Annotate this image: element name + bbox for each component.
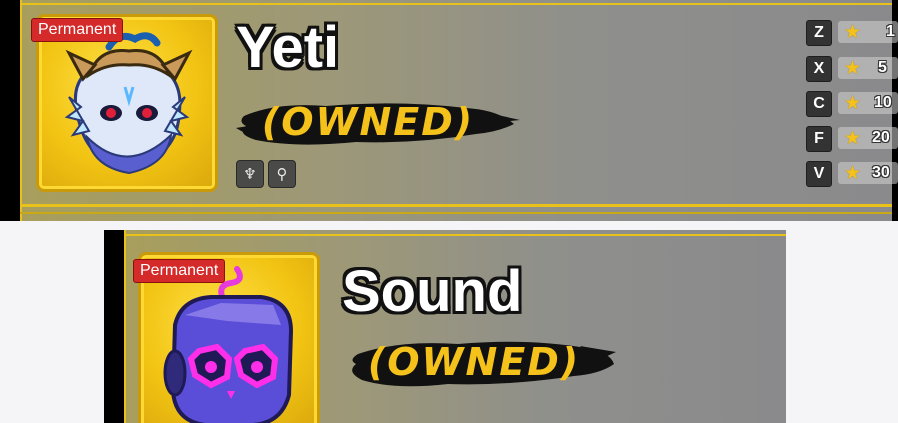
move-key: V <box>806 161 832 187</box>
card-border-left <box>20 0 22 221</box>
mastery-value: 1 <box>886 23 895 40</box>
move-key: X <box>806 56 832 82</box>
move-row-z[interactable]: Z ★ 1 <box>806 20 898 48</box>
move-key: F <box>806 126 832 152</box>
fruit-card-yeti[interactable]: Permanent Yeti (OWNED) ♆ ⚲ Z ★ 1 X ★ 5 C… <box>0 0 898 221</box>
star-icon: ★ <box>844 21 862 43</box>
scythe-icon[interactable]: ⚲ <box>268 160 296 188</box>
move-key: C <box>806 91 832 117</box>
yeti-fruit-icon-frame[interactable]: Permanent <box>31 14 218 192</box>
move-row-f[interactable]: F ★ 20 <box>806 126 898 154</box>
fruit-card-sound[interactable]: Permanent Sound (OWNED) <box>104 230 786 423</box>
permanent-badge: Permanent <box>133 259 226 283</box>
mastery-value: 10 <box>874 94 892 111</box>
move-key: Z <box>806 20 832 46</box>
owned-status-banner: (OWNED) <box>348 334 616 396</box>
owned-status-banner: (OWNED) <box>236 94 520 154</box>
star-icon: ★ <box>844 127 862 149</box>
card-border-bottom <box>20 204 892 207</box>
mastery-value: 30 <box>872 164 890 181</box>
owned-status-text: (OWNED) <box>261 100 475 144</box>
fruit-name: Yeti <box>236 15 340 80</box>
move-row-x[interactable]: X ★ 5 <box>806 56 898 84</box>
star-icon: ★ <box>844 162 862 184</box>
flame-crest-icon[interactable]: ♆ <box>236 160 264 188</box>
move-row-c[interactable]: C ★ 10 <box>806 91 898 119</box>
fruit-name: Sound <box>342 259 523 324</box>
card-divider <box>20 212 892 214</box>
owned-status-text: (OWNED) <box>367 340 581 384</box>
card-border-top <box>20 3 892 5</box>
sound-fruit-icon-frame[interactable]: Permanent <box>133 252 320 423</box>
move-row-v[interactable]: V ★ 30 <box>806 161 898 189</box>
card-border-left <box>124 230 126 423</box>
card-border-top <box>124 234 786 236</box>
star-icon: ★ <box>844 57 862 79</box>
mastery-value: 5 <box>878 59 887 76</box>
yeti-fruit-icon <box>64 32 193 175</box>
star-icon: ★ <box>844 92 862 114</box>
mastery-value: 20 <box>872 129 890 146</box>
permanent-badge: Permanent <box>31 18 124 42</box>
